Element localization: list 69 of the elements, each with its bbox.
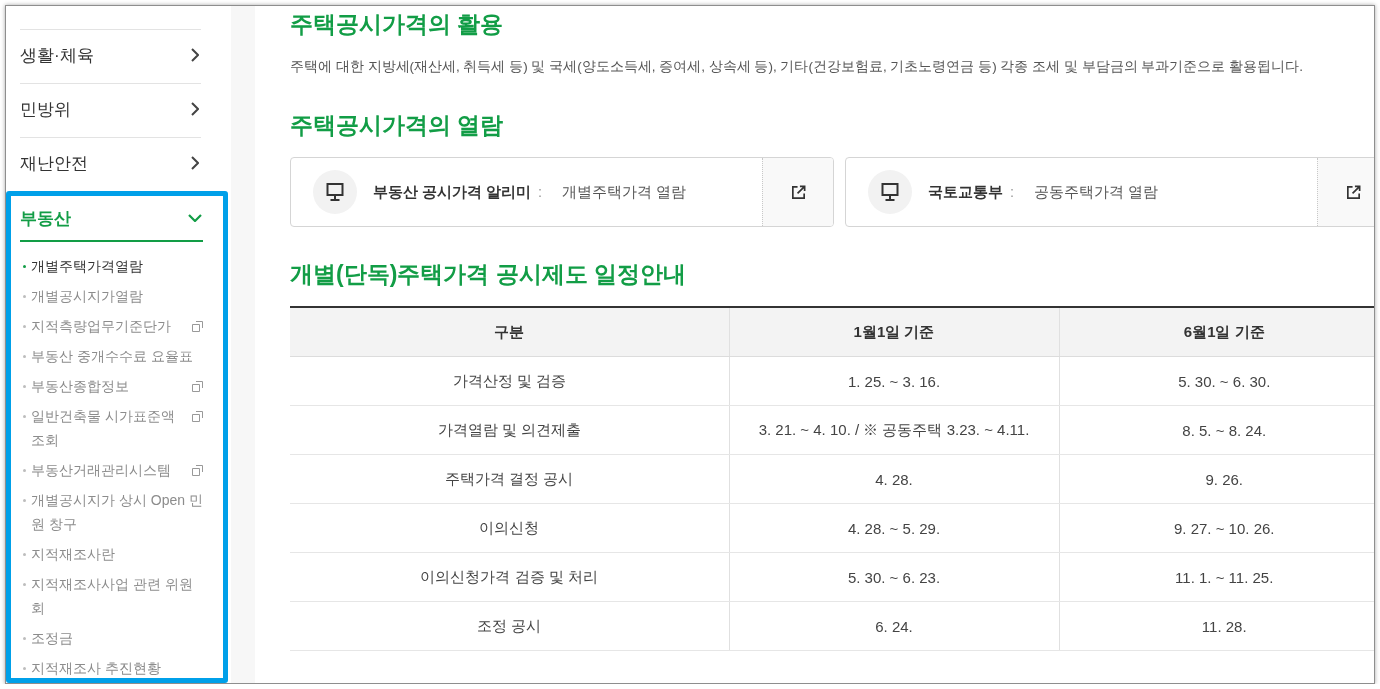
bullet-icon [23, 385, 26, 388]
submenu-item[interactable]: 조정금 [20, 623, 203, 653]
submenu-item[interactable]: 개별공시지가 상시 Open 민원 창구 [20, 485, 203, 539]
menu-item[interactable]: 민방위 [20, 83, 201, 137]
table-cell: 9. 27. ~ 10. 26. [1059, 503, 1374, 553]
submenu-item[interactable]: 지적재조사 추진현황 [20, 653, 203, 683]
bullet-icon [23, 637, 26, 640]
bullet-icon [23, 499, 26, 502]
label-separator: : [1010, 184, 1015, 200]
menu-item[interactable]: 재난안전 [20, 137, 201, 191]
section-title: 주택공시가격의 열람 [290, 111, 505, 140]
chevron-right-icon [191, 48, 199, 62]
submenu-item[interactable]: 부동산종합정보 [20, 371, 203, 401]
submenu-item[interactable]: 부동산 중개수수료 요율표 [20, 341, 203, 371]
external-link-icon [789, 183, 807, 201]
column-header: 6월1일 기준 [1059, 307, 1374, 357]
table-cell: 5. 30. ~ 6. 23. [729, 552, 1059, 602]
monitor-icon [313, 170, 357, 214]
section-text: 주택에 대한 지방세(재산세, 취득세 등) 및 국세(양도소득세, 증여세, 상속세 등), 기타(건강보험료, 기초노령연금 등) 각종 조세 및 부담금의 부과기준으로 활용됩니다. [290, 58, 1304, 76]
table-cell: 6. 24. [729, 601, 1059, 651]
bullet-icon [23, 667, 26, 670]
bullet-icon [23, 295, 26, 298]
chevron-right-icon [191, 156, 199, 170]
table-cell: 이의신청 [290, 503, 729, 553]
link-label: 부동산 공시가격 알리미 [373, 182, 532, 202]
table-cell: 조정 공시 [290, 601, 729, 651]
submenu-item[interactable]: 지적재조사란 [20, 539, 203, 569]
external-link-icon [1344, 183, 1362, 201]
submenu-item[interactable]: 개별주택가격열람 [20, 251, 203, 281]
bullet-icon [23, 583, 26, 586]
link-value: 개별주택가격 열람 [562, 182, 688, 202]
menu-item[interactable]: 부동산 [20, 196, 203, 242]
table-cell: 4. 28. [729, 454, 1059, 504]
table-cell: 가격산정 및 검증 [290, 356, 729, 406]
table-cell: 주택가격 결정 공시 [290, 454, 729, 504]
bullet-icon [23, 553, 26, 556]
column-header: 1월1일 기준 [729, 307, 1059, 357]
bullet-icon [23, 265, 26, 268]
external-link-button[interactable] [762, 158, 833, 226]
section-title: 개별(단독)주택가격 공시제도 일정안내 [290, 260, 688, 289]
table-cell: 이의신청가격 검증 및 처리 [290, 552, 729, 602]
column-header: 구분 [290, 307, 729, 357]
submenu-item[interactable]: 부동산거래관리시스템 [20, 455, 203, 485]
table-cell: 8. 5. ~ 8. 24. [1059, 405, 1374, 455]
submenu-item[interactable]: 지적측량업무기준단가 [20, 311, 203, 341]
label-separator: : [538, 184, 543, 200]
table-cell: 5. 30. ~ 6. 30. [1059, 356, 1374, 406]
table-cell: 1. 25. ~ 3. 16. [729, 356, 1059, 406]
table-cell: 3. 21. ~ 4. 10. / ※ 공동주택 3.23. ~ 4.11. [729, 405, 1059, 455]
table-cell: 11. 1. ~ 11. 25. [1059, 552, 1374, 602]
chevron-down-icon [188, 214, 202, 222]
bullet-icon [23, 415, 26, 418]
external-link-button[interactable] [1317, 158, 1374, 226]
submenu-item[interactable]: 개별공시지가열람 [20, 281, 203, 311]
chevron-right-icon [191, 102, 199, 116]
bullet-icon [23, 469, 26, 472]
section-title: 주택공시가격의 활용 [290, 10, 505, 39]
table-cell: 11. 28. [1059, 601, 1374, 651]
table-cell: 4. 28. ~ 5. 29. [729, 503, 1059, 553]
bullet-icon [23, 325, 26, 328]
monitor-icon [868, 170, 912, 214]
submenu-item[interactable]: 일반건축물 시가표준액 조회 [20, 401, 203, 455]
table-cell: 가격열람 및 의견제출 [290, 405, 729, 455]
link-value: 공동주택가격 열람 [1034, 182, 1160, 202]
menu-item[interactable]: 생활·체육 [20, 29, 201, 83]
submenu-item[interactable]: 지적재조사사업 관련 위원회 [20, 569, 203, 623]
link-label: 국토교통부 [928, 182, 1003, 202]
table-cell: 9. 26. [1059, 454, 1374, 504]
bullet-icon [23, 355, 26, 358]
